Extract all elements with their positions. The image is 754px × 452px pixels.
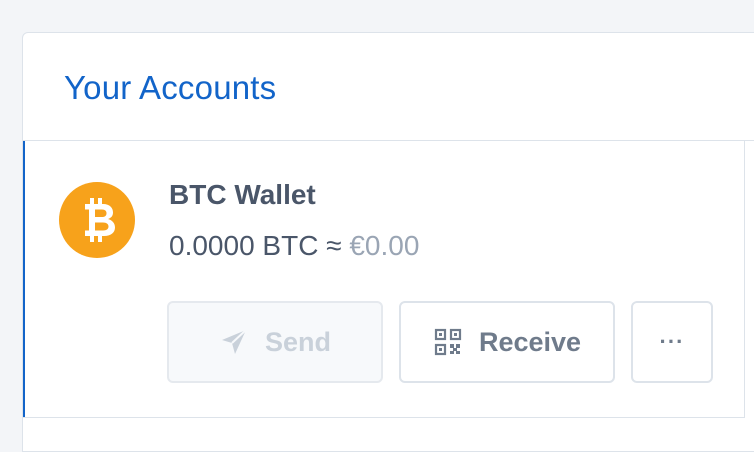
receive-button-label: Receive <box>478 326 582 357</box>
more-options-button[interactable]: ··· <box>631 301 713 383</box>
fiat-balance: €0.00 <box>349 230 420 261</box>
account-row[interactable]: BTC Wallet 0.0000 BTC ≈ €0.00 Send Recei… <box>23 141 745 417</box>
accounts-panel: Your Accounts BTC Wallet 0.0000 BTC ≈ €0… <box>22 32 754 452</box>
wallet-name: BTC Wallet <box>169 179 316 210</box>
accounts-panel-header: Your Accounts <box>23 33 754 141</box>
receive-button[interactable]: Receive <box>399 301 615 383</box>
page-title: Your Accounts <box>64 69 277 106</box>
crypto-balance: 0.0000 BTC <box>169 230 319 261</box>
more-options-icon: ··· <box>659 329 685 354</box>
send-button-label: Send <box>264 326 331 357</box>
approx-symbol: ≈ <box>326 230 342 261</box>
send-button[interactable]: Send <box>167 301 383 383</box>
wallet-balance: 0.0000 BTC ≈ €0.00 <box>169 230 419 262</box>
divider <box>23 417 745 418</box>
bitcoin-icon <box>59 182 135 258</box>
paper-plane-icon <box>219 327 249 357</box>
qr-code-icon <box>433 327 463 357</box>
